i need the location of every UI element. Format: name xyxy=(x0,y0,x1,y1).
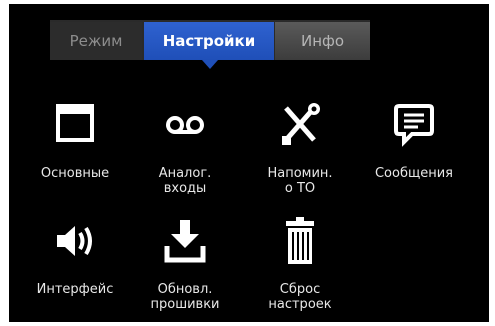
settings-item-label: Аналог. входы xyxy=(158,166,212,196)
tools-icon xyxy=(282,103,320,145)
settings-item-label: Сброс настроек xyxy=(268,282,332,312)
active-tab-pointer xyxy=(202,60,218,69)
settings-item-factory-reset[interactable]: Сброс настроек xyxy=(250,216,350,322)
settings-item-label: Обновл. прошивки xyxy=(150,282,220,312)
tab-info[interactable]: Инфо xyxy=(275,22,370,60)
window-icon xyxy=(56,104,94,142)
voicemail-icon xyxy=(166,116,204,134)
tab-mode[interactable]: Режим xyxy=(50,22,142,60)
settings-item-label: Сообщения xyxy=(374,166,453,181)
settings-screen: Режим Настройки Инфо Основные Аналог. вх… xyxy=(9,4,489,322)
settings-item-label: Напомин. о ТО xyxy=(267,166,333,196)
settings-item-firmware-update[interactable]: Обновл. прошивки xyxy=(135,216,235,322)
speaker-icon xyxy=(57,226,92,256)
settings-item-general[interactable]: Основные xyxy=(25,100,125,210)
message-icon xyxy=(394,104,434,147)
settings-item-label: Основные xyxy=(40,166,110,181)
trash-icon xyxy=(286,217,314,264)
settings-item-maintenance[interactable]: Напомин. о ТО xyxy=(250,100,350,210)
download-icon xyxy=(164,220,206,263)
settings-item-analog-inputs[interactable]: Аналог. входы xyxy=(135,100,235,210)
settings-item-messages[interactable]: Сообщения xyxy=(364,100,464,210)
settings-item-label: Интерфейс xyxy=(36,282,114,297)
settings-item-interface[interactable]: Интерфейс xyxy=(25,216,125,322)
tab-settings[interactable]: Настройки xyxy=(144,22,274,60)
